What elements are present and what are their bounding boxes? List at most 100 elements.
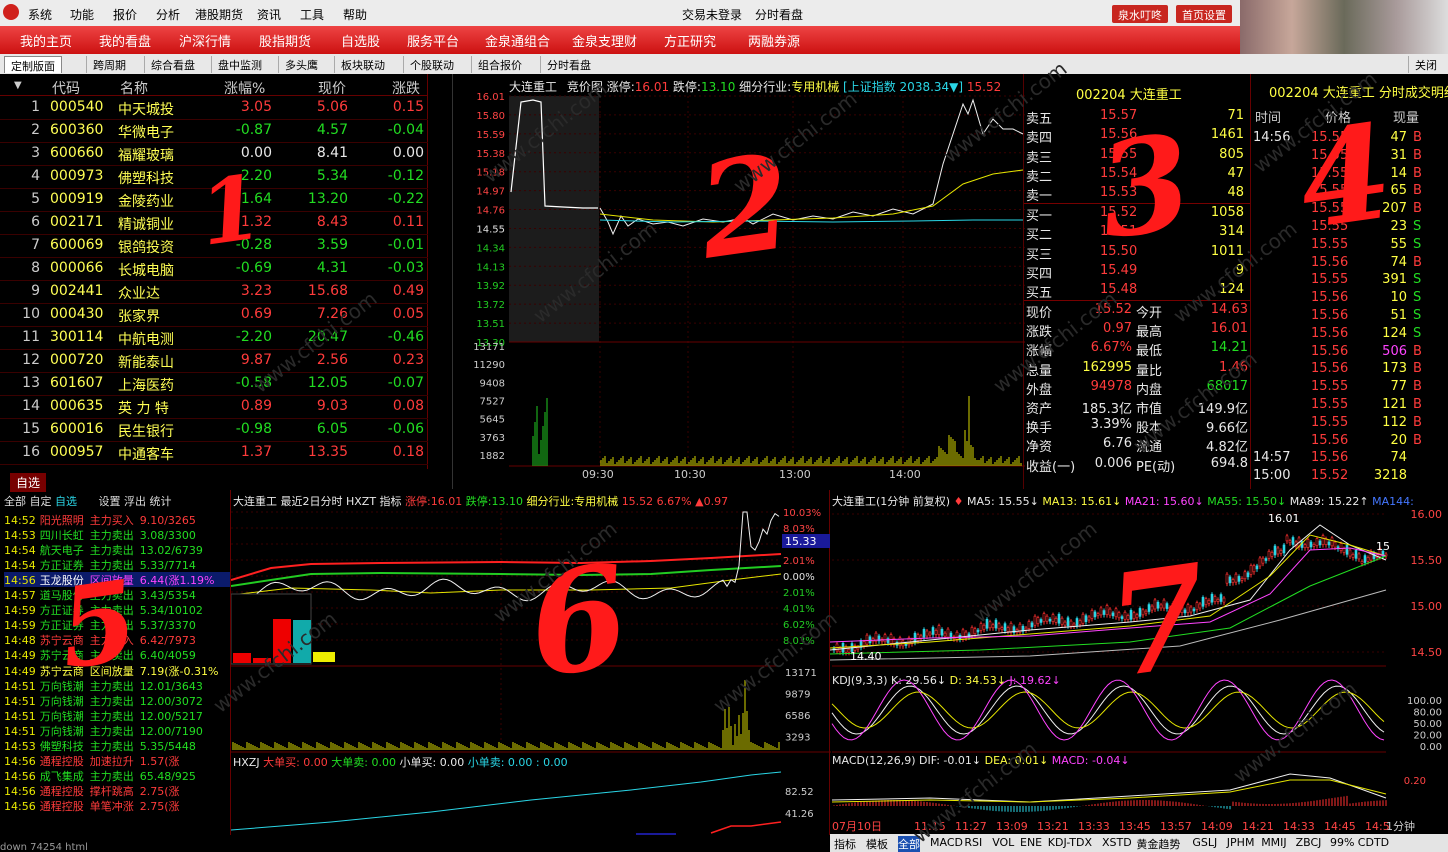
indicator-tab[interactable]: ZBCJ: [1296, 836, 1322, 849]
menu-item-function[interactable]: 功能: [70, 6, 94, 23]
menu-item-help[interactable]: 帮助: [343, 6, 367, 23]
twoday-chart-svg[interactable]: 10.03%8.03%4.01%2.01%0.00%2.01%4.01%6.02…: [231, 490, 831, 835]
tick-price: 15.55: [1311, 272, 1349, 288]
tick-price: 15.55: [1311, 414, 1349, 430]
alerts-stats[interactable]: 统计: [150, 495, 172, 508]
alerts-tab-watch[interactable]: 自选: [55, 495, 77, 508]
nav-margin-source[interactable]: 两融券源: [748, 31, 800, 50]
watchlist-row[interactable]: 13 601607 上海医药 -0.58 12.05 -0.07: [0, 373, 428, 396]
alert-row[interactable]: 14:56 通程控股 单笔冲涨 2.75(涨: [4, 798, 230, 813]
menu-item-analysis[interactable]: 分析: [156, 6, 180, 23]
alerts-tab-custom[interactable]: 自定: [30, 495, 52, 508]
candle-body: [1072, 623, 1076, 627]
alert-row[interactable]: 14:53 佛塑科技 主力卖出 5.35/5448: [4, 738, 230, 753]
menu-item-quote[interactable]: 报价: [113, 6, 137, 23]
watchlist-row[interactable]: 16 000957 中通客车 1.37 13.35 0.18: [0, 442, 428, 465]
dropdown-icon[interactable]: ▼: [14, 80, 22, 91]
indicator-tab[interactable]: 黄金趋势: [1136, 836, 1180, 852]
tab-composite[interactable]: 综合看盘: [144, 56, 201, 73]
alert-row[interactable]: 14:54 航天电子 主力卖出 13.02/6739: [4, 542, 230, 557]
candle-body: [1285, 535, 1289, 542]
indicator-tab[interactable]: RSI: [964, 836, 982, 849]
tick-col-volume: 现量: [1393, 111, 1420, 126]
x-tick: 10:30: [674, 468, 706, 481]
tick-side: B: [1413, 130, 1422, 145]
alert-row[interactable]: 14:51 万向钱潮 主力卖出 12.00/3072: [4, 693, 230, 708]
candle-body: [913, 632, 917, 643]
indicator-tab[interactable]: XSTD: [1102, 836, 1132, 849]
col-change[interactable]: 涨跌: [392, 78, 420, 98]
alert-type: 主力卖出: [89, 724, 134, 738]
menu-item-tools[interactable]: 工具: [300, 6, 324, 23]
nav-my-board[interactable]: 我的看盘: [99, 31, 151, 50]
alert-row[interactable]: 14:56 成飞集成 主力卖出 65.48/925: [4, 768, 230, 783]
indicator-tab[interactable]: CDTD: [1358, 836, 1389, 849]
alert-row[interactable]: 14:51 万向钱潮 主力卖出 12.00/7190: [4, 723, 230, 738]
alert-row[interactable]: 14:56 通程控股 撑杆跳高 2.75(涨: [4, 783, 230, 798]
y-tick: 13.51: [476, 319, 505, 330]
tab-portfolio-quote[interactable]: 组合报价: [471, 56, 528, 73]
alerts-tab-all[interactable]: 全部: [4, 495, 26, 508]
watchlist-row[interactable]: 1 000540 中天城投 3.05 5.06 0.15: [0, 97, 428, 120]
nav-service-platform[interactable]: 服务平台: [407, 31, 459, 50]
notify-button[interactable]: 泉水叮咚: [1112, 5, 1168, 23]
nav-jinquan-finance[interactable]: 金泉支理财: [572, 31, 637, 50]
indicator-tab[interactable]: 99%: [1330, 836, 1354, 849]
indicator-tab[interactable]: 模板: [866, 836, 888, 852]
row-change: 0.23: [392, 352, 424, 368]
col-name[interactable]: 名称: [120, 78, 148, 98]
nav-my-home[interactable]: 我的主页: [20, 31, 72, 50]
col-code[interactable]: 代码: [52, 78, 80, 98]
nav-founder-research[interactable]: 方正研究: [664, 31, 716, 50]
stat-value: 3.39%: [1090, 417, 1132, 433]
tab-intraday-monitor[interactable]: 盘中监测: [211, 56, 268, 73]
alert-row[interactable]: 14:52 阳光照明 主力买入 9.10/3265: [4, 512, 230, 527]
avg-price-line: [599, 169, 1024, 223]
close-layout-button[interactable]: 关闭: [1408, 56, 1443, 73]
indicator-tab[interactable]: GSLJ: [1192, 836, 1217, 849]
watchlist-row[interactable]: 12 000720 新能泰山 9.87 2.56 0.23: [0, 350, 428, 373]
indicator-tab[interactable]: JPHM: [1227, 836, 1255, 849]
menu-item-news[interactable]: 资讯: [257, 6, 281, 23]
tick-time: 14:57: [1253, 450, 1291, 466]
tab-stock-link[interactable]: 个股联动: [403, 56, 460, 73]
tick-row: 15.55 121 B: [1251, 397, 1448, 415]
tab-sector-link[interactable]: 板块联动: [334, 56, 391, 73]
col-price[interactable]: 现价: [318, 78, 346, 98]
indicator-tab[interactable]: MMIJ: [1261, 836, 1286, 849]
col-change-pct[interactable]: 涨幅%: [224, 78, 265, 98]
alerts-settings[interactable]: 设置: [99, 495, 121, 508]
kdj-tick: 20.00: [1413, 731, 1442, 742]
watchlist-row[interactable]: 14 000635 英 力 特 0.89 9.03 0.08: [0, 396, 428, 419]
nav-watchlist[interactable]: 自选股: [341, 31, 380, 50]
candle-body: [1075, 618, 1079, 626]
watchlist-row[interactable]: 11 300114 中航电测 -2.20 20.47 -0.46: [0, 327, 428, 350]
indicator-tab[interactable]: ENE: [1020, 836, 1042, 849]
tab-cross-period[interactable]: 跨周期: [86, 56, 132, 73]
alerts-float[interactable]: 浮出: [124, 495, 146, 508]
menu-item-hk-futures[interactable]: 港股期货: [195, 6, 243, 23]
tab-bull-eagle[interactable]: 多头鹰: [278, 56, 324, 73]
menu-item-system[interactable]: 系统: [28, 6, 52, 23]
tick-volume: 124: [1382, 325, 1407, 341]
right-pct-tick: 2.01%: [783, 588, 815, 599]
indicator-tab[interactable]: 指标: [834, 836, 856, 852]
homepage-settings-button[interactable]: 首页设置: [1176, 5, 1232, 23]
indicator-tab[interactable]: VOL: [992, 836, 1014, 849]
tick-row: 15.56 20 B: [1251, 433, 1448, 451]
watchlist-row[interactable]: 2 600360 华微电子 -0.87 4.57 -0.04: [0, 120, 428, 143]
nav-index-futures[interactable]: 股指期货: [259, 31, 311, 50]
nav-jinquan-portfolio[interactable]: 金泉通组合: [485, 31, 550, 50]
tab-custom-layout[interactable]: 定制版面: [4, 56, 62, 73]
watchlist-row[interactable]: 15 600016 民生银行 -0.98 6.05 -0.06: [0, 419, 428, 442]
stat-value-2: 4.82亿: [1206, 440, 1248, 456]
alert-row[interactable]: 14:56 通程控股 加速拉升 1.57(涨: [4, 753, 230, 768]
tab-intraday-view[interactable]: 分时看盘: [540, 56, 597, 73]
row-change: 0.00: [392, 145, 424, 161]
alert-row[interactable]: 14:51 万向钱潮 主力卖出 12.00/5217: [4, 708, 230, 723]
alert-row[interactable]: 14:53 四川长虹 主力卖出 3.08/3300: [4, 527, 230, 542]
row-name: 长城电脑: [118, 263, 174, 279]
nav-sh-sz-market[interactable]: 沪深行情: [179, 31, 231, 50]
indicator-tab[interactable]: KDJ-TDX: [1048, 836, 1092, 849]
trade-login-status[interactable]: 交易未登录: [682, 6, 742, 23]
